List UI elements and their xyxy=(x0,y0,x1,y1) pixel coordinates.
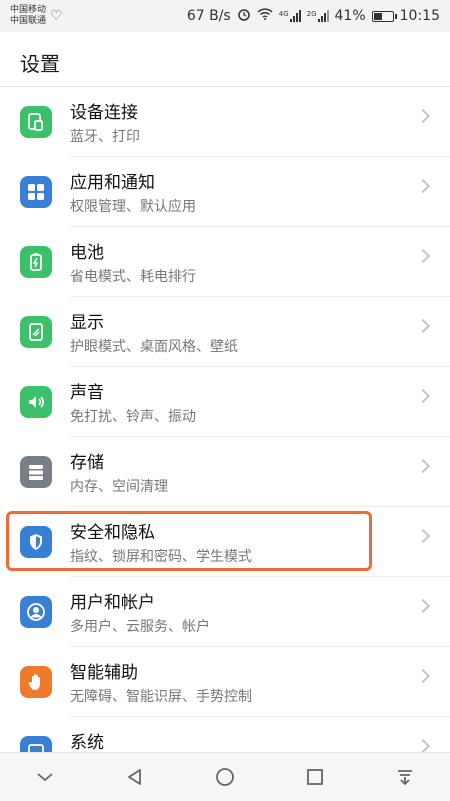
settings-item-subtitle: 护眼模式、桌面风格、壁纸 xyxy=(70,339,238,355)
chevron-right-icon xyxy=(415,178,431,194)
settings-item-subtitle: 免打扰、铃声、振动 xyxy=(70,409,196,425)
signal-4g-label: 4G xyxy=(278,10,289,18)
chevron-right-icon xyxy=(415,458,431,474)
settings-item-subtitle: 省电模式、耗电排行 xyxy=(70,269,196,285)
settings-item-subtitle: 无障碍、智能识屏、手势控制 xyxy=(70,689,252,705)
settings-item-title: 设备连接 xyxy=(70,103,138,123)
navigation-bar xyxy=(0,752,450,801)
settings-item-subtitle: 蓝牙、打印 xyxy=(70,129,140,145)
settings-item-title: 安全和隐私 xyxy=(70,523,155,543)
chevron-right-icon xyxy=(415,248,431,264)
carrier-2: 中国联通 xyxy=(10,16,47,26)
chevron-right-icon xyxy=(415,668,431,684)
settings-item-display[interactable]: 显示 护眼模式、桌面风格、壁纸 xyxy=(0,297,450,367)
chevron-down-icon[interactable] xyxy=(25,757,65,797)
page-title: 设置 xyxy=(20,52,60,76)
shield-icon xyxy=(20,526,52,558)
settings-item-title: 系统 xyxy=(70,733,104,753)
device-link-icon xyxy=(20,106,52,138)
settings-item-device-connection[interactable]: 设备连接 蓝牙、打印 xyxy=(0,87,450,157)
alarm-icon xyxy=(237,7,251,25)
apps-grid-icon xyxy=(20,176,52,208)
clock: 10:15 xyxy=(399,8,440,24)
chevron-right-icon xyxy=(415,318,431,334)
settings-item-title: 用户和帐户 xyxy=(70,593,155,613)
signal-2g-label: 2G xyxy=(306,10,317,18)
user-icon xyxy=(20,596,52,628)
settings-item-storage[interactable]: 存储 内存、空间清理 xyxy=(0,437,450,507)
settings-item-security-privacy[interactable]: 安全和隐私 指纹、锁屏和密码、学生模式 xyxy=(0,507,450,577)
settings-item-users-accounts[interactable]: 用户和帐户 多用户、云服务、帐户 xyxy=(0,577,450,647)
settings-item-battery[interactable]: 电池 省电模式、耗电排行 xyxy=(0,227,450,297)
settings-item-smart-assist[interactable]: 智能辅助 无障碍、智能识屏、手势控制 xyxy=(0,647,450,717)
display-icon xyxy=(20,316,52,348)
carrier-info: 中国移动 中国联通 ♡ xyxy=(10,5,63,27)
chevron-right-icon xyxy=(415,598,431,614)
settings-item-subtitle: 权限管理、默认应用 xyxy=(70,199,196,215)
settings-item-subtitle: 内存、空间清理 xyxy=(70,479,168,495)
chevron-right-icon xyxy=(415,108,431,124)
settings-item-title: 应用和通知 xyxy=(70,173,155,193)
battery-icon xyxy=(20,246,52,278)
settings-item-title: 显示 xyxy=(70,313,104,333)
speaker-icon xyxy=(20,386,52,418)
settings-item-title: 智能辅助 xyxy=(70,663,138,683)
settings-item-title: 电池 xyxy=(70,243,104,263)
signal-2g-icon: 2G xyxy=(307,10,329,22)
settings-item-title: 存储 xyxy=(70,453,104,473)
signal-4g-icon: 4G xyxy=(279,10,301,22)
battery-percent: 41% xyxy=(334,8,366,24)
recents-button[interactable] xyxy=(295,757,335,797)
back-button[interactable] xyxy=(115,757,155,797)
chevron-right-icon xyxy=(415,528,431,544)
settings-item-title: 声音 xyxy=(70,383,104,403)
settings-item-apps-notifications[interactable]: 应用和通知 权限管理、默认应用 xyxy=(0,157,450,227)
status-bar: 中国移动 中国联通 ♡ 67 B/s 4G 2G 41% 10:15 xyxy=(0,0,450,32)
settings-item-subtitle: 指纹、锁屏和密码、学生模式 xyxy=(70,549,252,565)
chevron-right-icon xyxy=(415,388,431,404)
carrier-1: 中国移动 xyxy=(10,5,47,15)
wifi-icon xyxy=(257,8,273,24)
notification-pull-down-icon[interactable] xyxy=(385,757,425,797)
battery-status-icon xyxy=(371,10,397,22)
storage-icon xyxy=(20,456,52,488)
settings-list: 设备连接 蓝牙、打印 应用和通知 权限管理、默认应用 电池 省电模式、耗电排行 … xyxy=(0,87,450,787)
hand-icon xyxy=(20,666,52,698)
network-speed: 67 B/s xyxy=(186,8,231,24)
settings-item-sound[interactable]: 声音 免打扰、铃声、振动 xyxy=(0,367,450,437)
chevron-right-icon xyxy=(415,738,431,754)
home-button[interactable] xyxy=(205,757,245,797)
heart-rate-icon: ♡ xyxy=(50,8,63,24)
settings-item-subtitle: 多用户、云服务、帐户 xyxy=(70,619,210,635)
